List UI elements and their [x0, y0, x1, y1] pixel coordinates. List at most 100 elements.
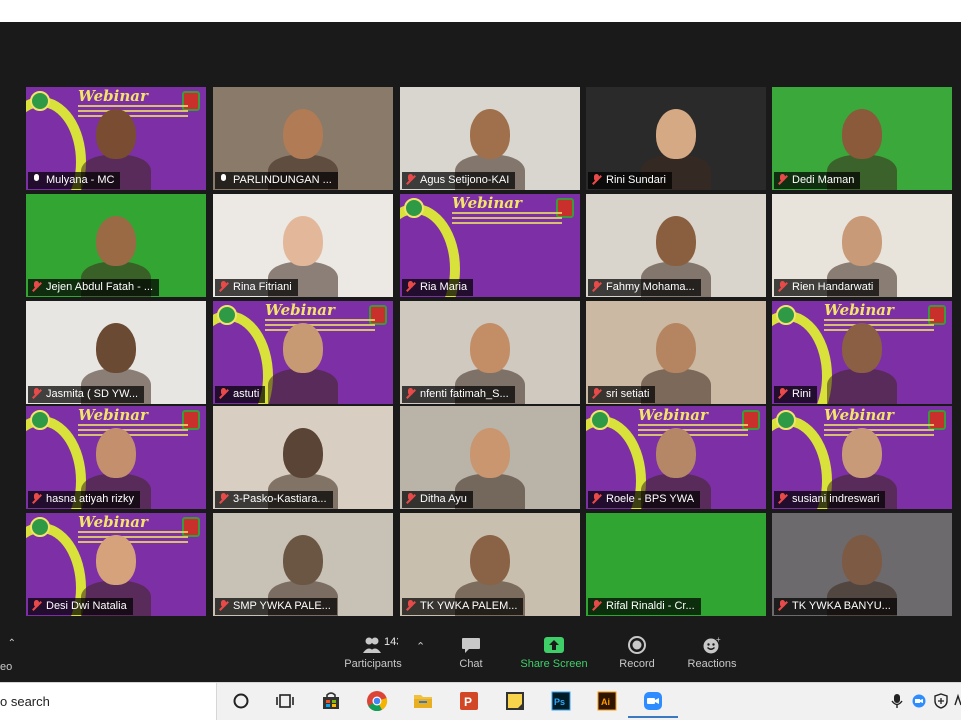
participant-tile[interactable]: TK YWKA BANYU... — [772, 513, 952, 616]
banner-subtitle-lines — [638, 424, 748, 426]
participant-name-text: sri setiati — [606, 388, 650, 400]
mic-muted-icon — [778, 600, 787, 611]
chrome-icon[interactable] — [366, 690, 388, 712]
person-face — [842, 428, 882, 478]
participant-name-text: Rien Handarwati — [792, 281, 874, 293]
participant-tile[interactable]: PARLINDUNGAN ... — [213, 87, 393, 190]
illustrator-icon[interactable]: Ai — [596, 690, 618, 712]
participant-name-label: Jasmita ( SD YW... — [28, 386, 145, 403]
banner-subtitle-lines — [78, 531, 188, 533]
participant-name-label: Rien Handarwati — [774, 279, 880, 296]
participants-button[interactable]: 143 Participants — [333, 636, 413, 670]
participant-tile[interactable]: Webinar astuti — [213, 301, 393, 404]
participant-tile[interactable]: Ditha Ayu — [400, 406, 580, 509]
person-face — [470, 535, 510, 585]
participant-name-label: astuti — [215, 386, 266, 403]
participant-tile[interactable]: 3-Pasko-Kastiara... — [213, 406, 393, 509]
taskbar-search-box[interactable]: o search — [0, 683, 217, 720]
participant-tile[interactable]: Rini Sundari — [586, 87, 766, 190]
participant-name-text: Rina Fitriani — [233, 281, 292, 293]
participant-name-label: nfenti fatimah_S... — [402, 386, 515, 403]
record-icon — [626, 636, 648, 654]
participant-tile[interactable]: Fahmy Mohama... — [586, 194, 766, 297]
active-app-indicator — [628, 716, 678, 718]
reactions-icon: + — [701, 635, 723, 654]
security-icon[interactable] — [934, 693, 948, 709]
person-face — [96, 109, 136, 159]
mic-muted-icon — [592, 388, 601, 399]
file-explorer-icon[interactable] — [412, 690, 434, 712]
top-white-strip — [0, 0, 961, 22]
institution-logo-icon — [369, 305, 387, 325]
cortana-icon[interactable] — [230, 690, 252, 712]
banner-subtitle-lines — [78, 424, 188, 426]
person-face — [842, 109, 882, 159]
zoom-tray-icon[interactable] — [912, 693, 926, 709]
participant-tile[interactable]: Webinar hasna atiyah rizky — [26, 406, 206, 509]
participant-name-label: TK YWKA BANYU... — [774, 598, 897, 615]
chevron-up-icon[interactable]: ⌃ — [0, 638, 18, 649]
participant-tile[interactable]: Webinar Mulyana - MC — [26, 87, 206, 190]
participants-options-chevron-icon[interactable]: ⌃ — [416, 640, 425, 653]
mic-muted-icon — [32, 493, 41, 504]
person-face — [96, 216, 136, 266]
banner-subtitle-lines — [824, 319, 934, 321]
participant-name-label: sri setiati — [588, 386, 656, 403]
participant-name-text: Agus Setijono-KAI — [420, 174, 510, 186]
participant-name-label: Rina Fitriani — [215, 279, 298, 296]
participant-tile[interactable]: Jasmita ( SD YW... — [26, 301, 206, 404]
participant-tile[interactable]: Dedi Maman — [772, 87, 952, 190]
participant-tile[interactable]: Rina Fitriani — [213, 194, 393, 297]
chat-button[interactable]: Chat — [431, 636, 511, 670]
participant-name-text: Rini — [792, 388, 811, 400]
participant-tile[interactable]: Webinar Desi Dwi Natalia — [26, 513, 206, 616]
participant-name-text: Fahmy Mohama... — [606, 281, 695, 293]
participant-tile[interactable]: Webinar Ria Maria — [400, 194, 580, 297]
institution-logo-icon — [182, 91, 200, 111]
participant-name-text: PARLINDUNGAN ... — [233, 174, 332, 186]
participant-name-label: Rini Sundari — [588, 172, 672, 189]
language-icon[interactable] — [954, 693, 961, 709]
mic-muted-icon — [32, 600, 41, 611]
person-face — [656, 216, 696, 266]
participant-name-text: Mulyana - MC — [46, 174, 115, 186]
participant-tile[interactable]: nfenti fatimah_S... — [400, 301, 580, 404]
meeting-toolbar: ⌃ eo 143 Participants ⌃ Chat Share Scree… — [0, 630, 961, 682]
participant-tile[interactable]: Webinar susiani indreswari — [772, 406, 952, 509]
participant-tile[interactable]: Jejen Abdul Fatah - ... — [26, 194, 206, 297]
participant-name-text: Ditha Ayu — [420, 493, 467, 505]
participant-tile[interactable]: Webinar Rini — [772, 301, 952, 404]
participant-tile[interactable]: TK YWKA PALEM... — [400, 513, 580, 616]
photoshop-icon[interactable]: Ps — [550, 690, 572, 712]
zoom-icon[interactable] — [642, 690, 664, 712]
video-button-partial[interactable]: ⌃ eo — [0, 638, 18, 673]
participant-tile[interactable]: Agus Setijono-KAI — [400, 87, 580, 190]
store-icon[interactable] — [320, 690, 342, 712]
reactions-button[interactable]: + Reactions — [672, 635, 752, 670]
mic-icon — [219, 174, 228, 185]
participant-tile[interactable]: Rifal Rinaldi - Cr... — [586, 513, 766, 616]
participant-tile[interactable]: sri setiati — [586, 301, 766, 404]
participant-tile[interactable]: Webinar Roele - BPS YWA — [586, 406, 766, 509]
kai-logo-icon — [776, 410, 796, 430]
sticky-notes-icon[interactable] — [504, 690, 526, 712]
share-screen-button[interactable]: Share Screen — [514, 636, 594, 670]
participant-name-label: Rini — [774, 386, 817, 403]
participant-name-text: TK YWKA PALEM... — [420, 600, 518, 612]
record-label: Record — [619, 658, 655, 670]
participant-name-text: Jasmita ( SD YW... — [46, 388, 139, 400]
participant-name-text: Desi Dwi Natalia — [46, 600, 127, 612]
participant-name-text: 3-Pasko-Kastiara... — [233, 493, 327, 505]
mic-muted-icon — [778, 493, 787, 504]
task-view-icon[interactable] — [274, 690, 296, 712]
powerpoint-icon[interactable]: P — [458, 690, 480, 712]
person-face — [470, 323, 510, 373]
participant-name-label: susiani indreswari — [774, 491, 886, 508]
participant-tile[interactable]: Rien Handarwati — [772, 194, 952, 297]
participant-tile[interactable]: SMP YWKA PALE... — [213, 513, 393, 616]
mic-muted-icon — [592, 493, 601, 504]
microphone-icon[interactable] — [890, 693, 904, 709]
participant-name-label: Mulyana - MC — [28, 172, 121, 189]
person-face — [283, 323, 323, 373]
record-button[interactable]: Record — [597, 636, 677, 670]
